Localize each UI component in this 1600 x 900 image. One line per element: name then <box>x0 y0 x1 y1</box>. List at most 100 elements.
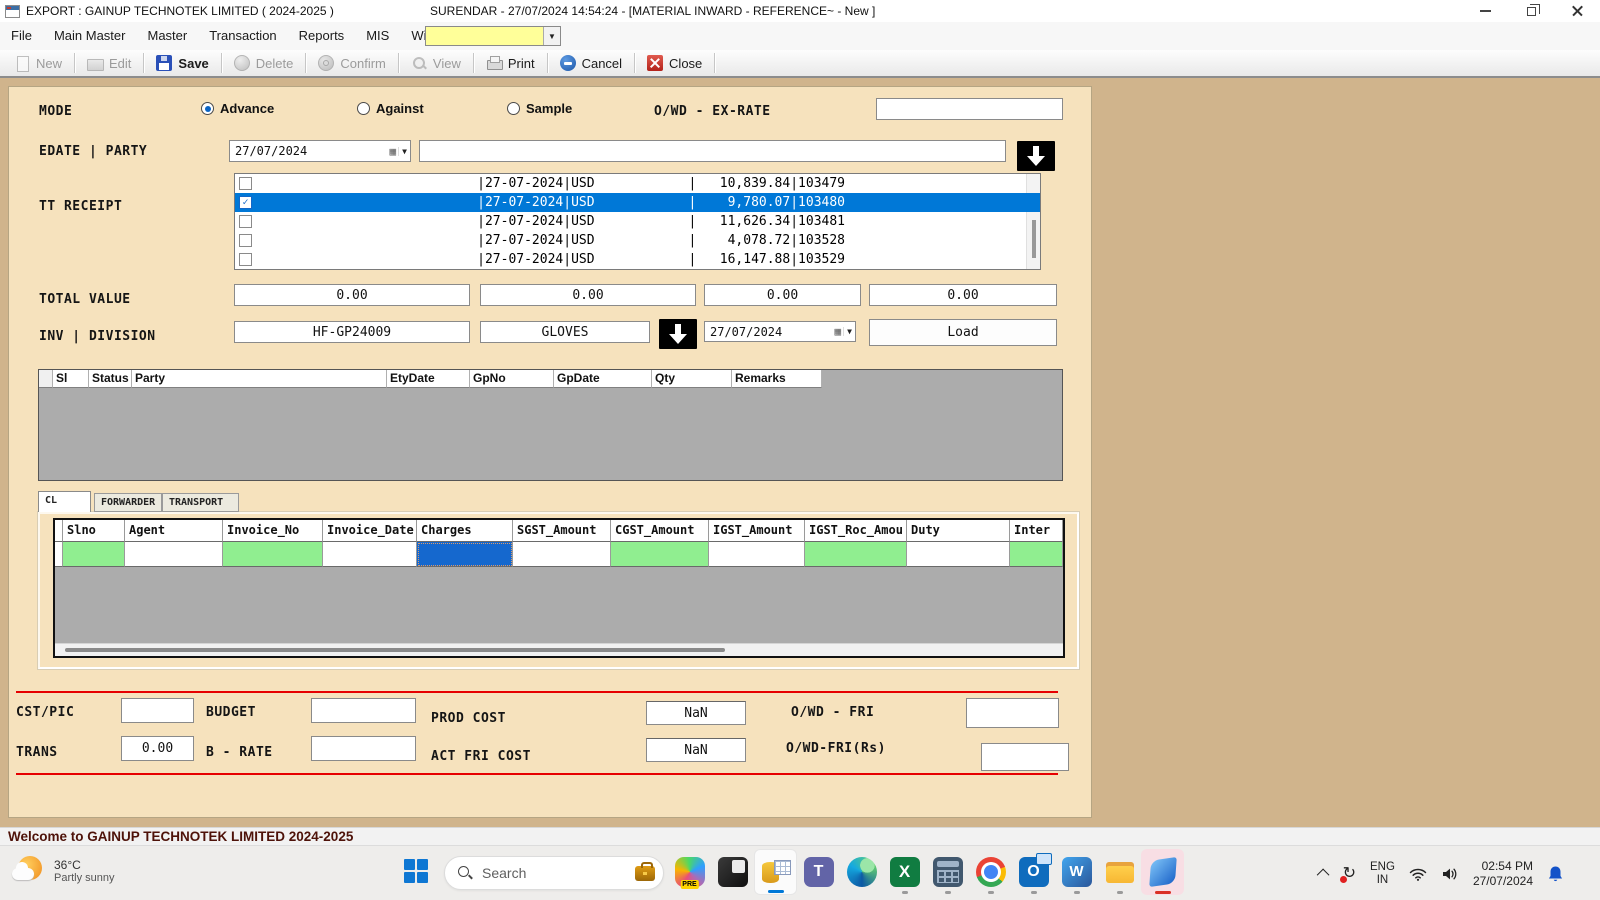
language-indicator[interactable]: ENGIN <box>1370 861 1395 887</box>
grid2-cell-inter[interactable] <box>1010 542 1063 567</box>
mode-radio-sample[interactable]: Sample <box>507 101 572 116</box>
row-checkbox[interactable] <box>239 253 252 266</box>
teams-icon[interactable] <box>797 849 840 895</box>
row-checkbox[interactable] <box>239 215 252 228</box>
tt-receipt-row[interactable]: |27-07-2024|USD | 10,839.84|103479 <box>235 174 1040 193</box>
row-checkbox[interactable]: ✓ <box>239 196 252 209</box>
material-grid[interactable]: SlStatusPartyEtyDateGpNoGpDateQtyRemarks <box>38 369 1063 481</box>
owd-fri-rs-input[interactable] <box>981 743 1069 771</box>
chevron-down-icon[interactable]: ▼ <box>543 27 560 45</box>
row-checkbox[interactable] <box>239 234 252 247</box>
word-icon[interactable] <box>1055 849 1098 895</box>
party-input[interactable] <box>419 140 1006 162</box>
menu-item-main-master[interactable]: Main Master <box>43 25 137 47</box>
menu-item-file[interactable]: File <box>0 25 43 47</box>
grid2-cell-agent[interactable] <box>125 542 223 567</box>
access-icon[interactable] <box>754 849 797 895</box>
party-lookup-button[interactable] <box>1017 141 1055 171</box>
budget-input[interactable] <box>311 698 416 723</box>
owd-fri-input[interactable] <box>966 698 1059 728</box>
copilot-icon[interactable]: PRE <box>668 849 711 895</box>
notification-bell-icon[interactable] <box>1547 865 1564 883</box>
clock[interactable]: 02:54 PM27/07/2024 <box>1473 859 1533 889</box>
print-button[interactable]: Print <box>476 51 545 75</box>
grid2-cell-invoice-no[interactable] <box>223 542 323 567</box>
minimize-button[interactable] <box>1462 0 1508 22</box>
load-button[interactable]: Load <box>869 319 1057 346</box>
window-subtitle: SURENDAR - 27/07/2024 14:54:24 - [MATERI… <box>430 0 875 22</box>
paint-icon[interactable] <box>1141 849 1184 895</box>
inv-datepicker[interactable]: 27/07/2024 ▦ ▼ <box>704 321 856 342</box>
division-lookup-button[interactable] <box>659 319 697 349</box>
tab-transport[interactable]: TRANSPORT <box>162 493 239 512</box>
total-value-2[interactable]: 0.00 <box>480 284 696 306</box>
grid2-cell-igst-amount[interactable] <box>709 542 805 567</box>
grid2-cell-slno[interactable] <box>63 542 125 567</box>
confirm-button[interactable]: Confirm <box>308 51 396 75</box>
chevron-down-icon[interactable]: ▼ <box>398 147 410 156</box>
chevron-down-icon[interactable]: ▼ <box>843 327 855 336</box>
chrome-icon[interactable] <box>969 849 1012 895</box>
division-input[interactable]: GLOVES <box>480 321 650 343</box>
tt-receipt-row[interactable]: |27-07-2024|USD | 11,626.34|103481 <box>235 212 1040 231</box>
grid2-cell-sgst-amount[interactable] <box>513 542 611 567</box>
calculator-icon[interactable] <box>926 849 969 895</box>
grid2-row-header[interactable] <box>55 542 63 567</box>
grid2-cell-igst-roc-amou[interactable] <box>805 542 907 567</box>
close-button[interactable]: Close <box>637 51 712 75</box>
tt-receipt-list[interactable]: |27-07-2024|USD | 10,839.84|103479✓ |27-… <box>234 173 1041 270</box>
grid2-cell-cgst-amount[interactable] <box>611 542 709 567</box>
total-value-1[interactable]: 0.00 <box>234 284 470 306</box>
total-value-4[interactable]: 0.00 <box>869 284 1057 306</box>
view-button[interactable]: View <box>401 51 471 75</box>
close-button[interactable] <box>1554 0 1600 22</box>
b-rate-input[interactable] <box>311 736 416 761</box>
save-button[interactable]: Save <box>146 51 218 75</box>
restore-button[interactable] <box>1508 0 1554 22</box>
total-value-3[interactable]: 0.00 <box>704 284 861 306</box>
mode-radio-against[interactable]: Against <box>357 101 424 116</box>
cancel-button[interactable]: Cancel <box>550 51 632 75</box>
edit-icon <box>87 55 103 71</box>
edit-button[interactable]: Edit <box>77 51 141 75</box>
trans-label: TRANS <box>16 745 58 760</box>
volume-icon[interactable] <box>1441 867 1459 881</box>
wifi-icon[interactable] <box>1409 867 1427 881</box>
search-box[interactable]: Search <box>444 856 664 890</box>
weather-widget[interactable]: 36°C Partly sunny <box>12 854 115 888</box>
toolbar-separator <box>634 53 635 73</box>
horizontal-scrollbar[interactable] <box>55 643 1063 656</box>
excel-icon[interactable] <box>883 849 926 895</box>
menu-item-transaction[interactable]: Transaction <box>198 25 287 47</box>
grid2-cell-invoice-date[interactable] <box>323 542 417 567</box>
tab-forwarder[interactable]: FORWARDER <box>94 493 162 512</box>
outlook-icon[interactable] <box>1012 849 1055 895</box>
trans-input[interactable]: 0.00 <box>121 736 194 761</box>
charges-grid[interactable]: SlnoAgentInvoice_NoInvoice_DateChargesSG… <box>53 518 1065 658</box>
menu-item-mis[interactable]: MIS <box>355 25 400 47</box>
tab-cl[interactable]: CL <box>38 491 91 512</box>
edate-datepicker[interactable]: 27/07/2024 ▦ ▼ <box>229 140 411 162</box>
menu-item-reports[interactable]: Reports <box>288 25 356 47</box>
edge-icon[interactable] <box>840 849 883 895</box>
grid2-cell-charges[interactable] <box>417 542 513 567</box>
tt-receipt-row[interactable]: |27-07-2024|USD | 4,078.72|103528 <box>235 231 1040 250</box>
invoice-input[interactable]: HF-GP24009 <box>234 321 470 343</box>
tt-receipt-row[interactable]: ✓ |27-07-2024|USD | 9,780.07|103480 <box>235 193 1040 212</box>
tt-receipt-row[interactable]: |27-07-2024|USD | 16,147.88|103529 <box>235 250 1040 269</box>
new-button[interactable]: New <box>4 51 72 75</box>
dark-app-icon[interactable] <box>711 849 754 895</box>
grid2-cell-duty[interactable] <box>907 542 1010 567</box>
mode-radio-advance[interactable]: Advance <box>201 101 274 116</box>
explorer-icon[interactable] <box>1098 849 1141 895</box>
cst-pic-input[interactable] <box>121 698 194 723</box>
sync-icon[interactable]: ↻ <box>1343 866 1356 882</box>
exrate-input[interactable] <box>876 98 1063 120</box>
hidden-icons-chevron-icon[interactable] <box>1320 869 1329 878</box>
start-button[interactable] <box>404 859 430 885</box>
menu-quick-combo[interactable]: ▼ <box>425 26 561 46</box>
row-checkbox[interactable] <box>239 177 252 190</box>
quick-combo-value[interactable] <box>426 27 543 45</box>
menu-item-master[interactable]: Master <box>136 25 198 47</box>
delete-button[interactable]: Delete <box>224 51 304 75</box>
